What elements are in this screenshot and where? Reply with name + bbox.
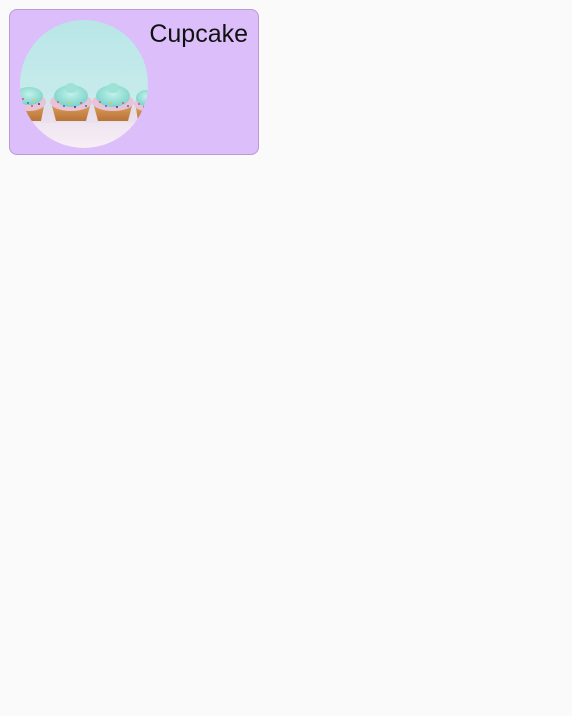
cupcake-image [20, 20, 148, 148]
dessert-card[interactable]: Cupcake [9, 9, 259, 155]
card-title: Cupcake [149, 20, 248, 48]
